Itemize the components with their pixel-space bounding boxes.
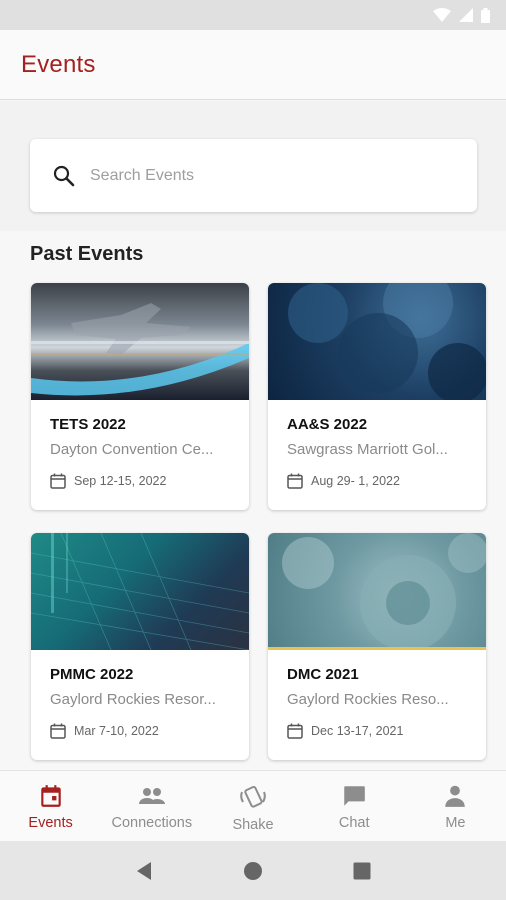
event-image <box>31 533 249 650</box>
search-bar[interactable] <box>30 139 477 212</box>
wifi-icon <box>433 8 451 22</box>
event-date-row: Dec 13-17, 2021 <box>287 723 403 739</box>
system-nav-bar <box>0 841 506 900</box>
event-card-pmmc-2022[interactable]: PMMC 2022 Gaylord Rockies Resor... Mar 7… <box>31 533 249 760</box>
nav-item-me[interactable]: Me <box>405 771 506 841</box>
calendar-icon <box>50 723 66 739</box>
event-date: Mar 7-10, 2022 <box>74 724 159 738</box>
event-title: TETS 2022 <box>50 416 126 433</box>
app-bar: Events <box>0 30 506 100</box>
nav-item-events[interactable]: Events <box>0 771 101 841</box>
nav-item-chat[interactable]: Chat <box>304 771 405 841</box>
calendar-icon <box>40 785 61 807</box>
nav-item-shake[interactable]: Shake <box>202 771 303 841</box>
home-icon[interactable] <box>243 861 263 881</box>
nav-label: Events <box>28 815 73 831</box>
calendar-icon <box>287 723 303 739</box>
event-venue: Dayton Convention Ce... <box>50 441 214 458</box>
nav-label: Chat <box>338 815 370 831</box>
event-title: PMMC 2022 <box>50 666 134 683</box>
section-title-past-events: Past Events <box>30 243 144 265</box>
chat-icon <box>344 786 366 806</box>
event-date-row: Sep 12-15, 2022 <box>50 473 166 489</box>
event-date-row: Mar 7-10, 2022 <box>50 723 159 739</box>
event-date-row: Aug 29- 1, 2022 <box>287 473 400 489</box>
event-date: Sep 12-15, 2022 <box>74 474 167 488</box>
event-date: Dec 13-17, 2021 <box>311 724 404 738</box>
back-icon[interactable] <box>134 861 154 881</box>
shake-phone-icon <box>240 785 266 808</box>
search-section <box>0 101 506 231</box>
calendar-icon <box>50 473 66 489</box>
event-image <box>31 283 249 400</box>
search-icon <box>53 165 75 186</box>
event-image <box>268 283 486 400</box>
status-bar <box>0 0 506 30</box>
event-card-dmc-2021[interactable]: DMC 2021 Gaylord Rockies Reso... Dec 13-… <box>268 533 486 760</box>
battery-icon <box>481 7 490 23</box>
recents-icon[interactable] <box>352 861 372 881</box>
nav-label: Connections <box>111 815 193 831</box>
person-icon <box>445 785 466 807</box>
event-venue: Sawgrass Marriott Gol... <box>287 441 448 458</box>
page-title: Events <box>21 50 96 78</box>
event-card-aas-2022[interactable]: AA&S 2022 Sawgrass Marriott Gol... Aug 2… <box>268 283 486 510</box>
search-input[interactable] <box>90 166 420 185</box>
nav-label: Me <box>445 815 466 831</box>
event-venue: Gaylord Rockies Reso... <box>287 691 449 708</box>
cellular-signal-icon <box>459 8 473 22</box>
event-title: DMC 2021 <box>287 666 359 683</box>
event-date: Aug 29- 1, 2022 <box>311 474 400 488</box>
nav-item-connections[interactable]: Connections <box>101 771 202 841</box>
nav-label: Shake <box>232 817 274 833</box>
bottom-nav: Events Connections Shake Chat Me <box>0 770 506 841</box>
event-venue: Gaylord Rockies Resor... <box>50 691 216 708</box>
calendar-icon <box>287 473 303 489</box>
event-card-tets-2022[interactable]: TETS 2022 Dayton Convention Ce... Sep 12… <box>31 283 249 510</box>
event-image <box>268 533 486 650</box>
event-title: AA&S 2022 <box>287 416 368 433</box>
people-icon <box>138 788 165 804</box>
